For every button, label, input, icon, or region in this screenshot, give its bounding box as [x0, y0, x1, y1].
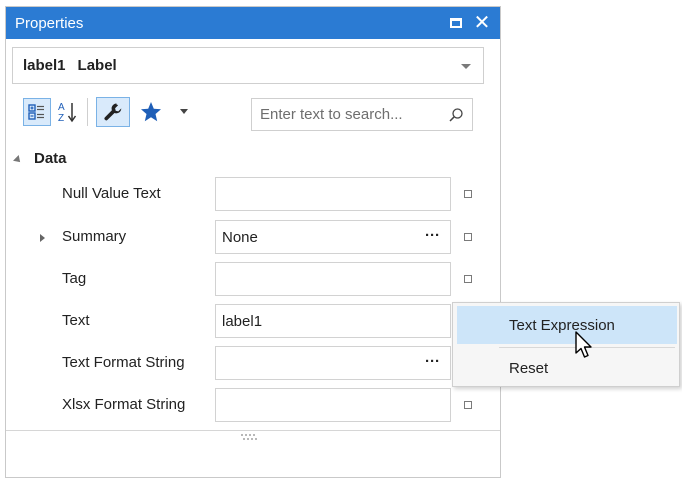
property-label-tag: Tag	[62, 270, 87, 287]
property-editor-tag[interactable]	[215, 262, 451, 296]
property-label-null-value-text: Null Value Text	[62, 185, 161, 202]
maximize-icon	[450, 18, 462, 28]
collapse-icon[interactable]	[13, 154, 23, 165]
object-type: Label	[77, 57, 117, 74]
property-marker-icon[interactable]	[464, 190, 472, 198]
category-label: Data	[34, 150, 67, 167]
toolbar-separator	[87, 98, 88, 126]
context-menu: Text Expression Reset	[452, 302, 680, 387]
property-editor-null-value-text[interactable]	[215, 177, 451, 211]
star-icon	[141, 102, 161, 122]
svg-text:A: A	[58, 102, 65, 113]
menu-item-label: Text Expression	[509, 316, 615, 334]
property-editor-xlsx-format-string[interactable]	[215, 388, 451, 422]
menu-item-reset[interactable]: Reset	[457, 349, 677, 387]
properties-tab-button[interactable]	[96, 97, 130, 127]
category-data[interactable]: Data	[13, 150, 67, 167]
sort-alphabetical-icon: A Z	[58, 102, 77, 124]
search-input[interactable]	[260, 106, 440, 123]
menu-item-label: Reset	[509, 359, 549, 377]
splitter-grip-icon[interactable]	[241, 434, 257, 442]
categorized-button[interactable]	[23, 98, 51, 126]
alphabetical-button[interactable]: A Z	[54, 98, 82, 126]
categorized-icon	[28, 104, 44, 120]
description-splitter[interactable]	[6, 430, 500, 431]
property-value: label1	[222, 312, 263, 330]
property-marker-icon[interactable]	[464, 401, 472, 409]
object-name: label1	[23, 57, 66, 74]
property-editor-summary[interactable]: None ···	[215, 220, 451, 254]
ellipsis-button[interactable]: ···	[425, 353, 440, 370]
property-editor-text[interactable]: label1	[215, 304, 451, 338]
chevron-down-icon	[461, 64, 471, 69]
property-label-text-format-string: Text Format String	[62, 354, 185, 371]
title-bar: Properties ✕	[6, 7, 500, 39]
object-selector[interactable]: label1 Label	[12, 47, 484, 84]
property-label-text: Text	[62, 312, 90, 329]
property-value: None	[222, 228, 258, 246]
property-editor-text-format-string[interactable]: ···	[215, 346, 451, 380]
svg-text:Z: Z	[58, 113, 64, 124]
property-label-xlsx-format-string: Xlsx Format String	[62, 396, 186, 413]
ellipsis-button[interactable]: ···	[425, 227, 440, 244]
window-title: Properties	[15, 14, 84, 32]
search-box[interactable]	[251, 98, 473, 131]
close-button[interactable]: ✕	[472, 13, 492, 33]
mouse-cursor-icon	[575, 331, 592, 358]
search-icon	[449, 108, 463, 122]
menu-item-text-expression[interactable]: Text Expression	[457, 306, 677, 344]
close-icon: ✕	[473, 12, 491, 34]
property-marker-icon[interactable]	[464, 275, 472, 283]
wrench-icon	[104, 103, 122, 121]
expand-icon[interactable]	[40, 234, 45, 242]
favorites-button[interactable]	[137, 98, 165, 126]
maximize-button[interactable]	[446, 13, 466, 33]
favorites-dropdown-icon[interactable]	[180, 109, 188, 114]
property-label-summary: Summary	[62, 228, 127, 245]
property-marker-icon[interactable]	[464, 233, 472, 241]
